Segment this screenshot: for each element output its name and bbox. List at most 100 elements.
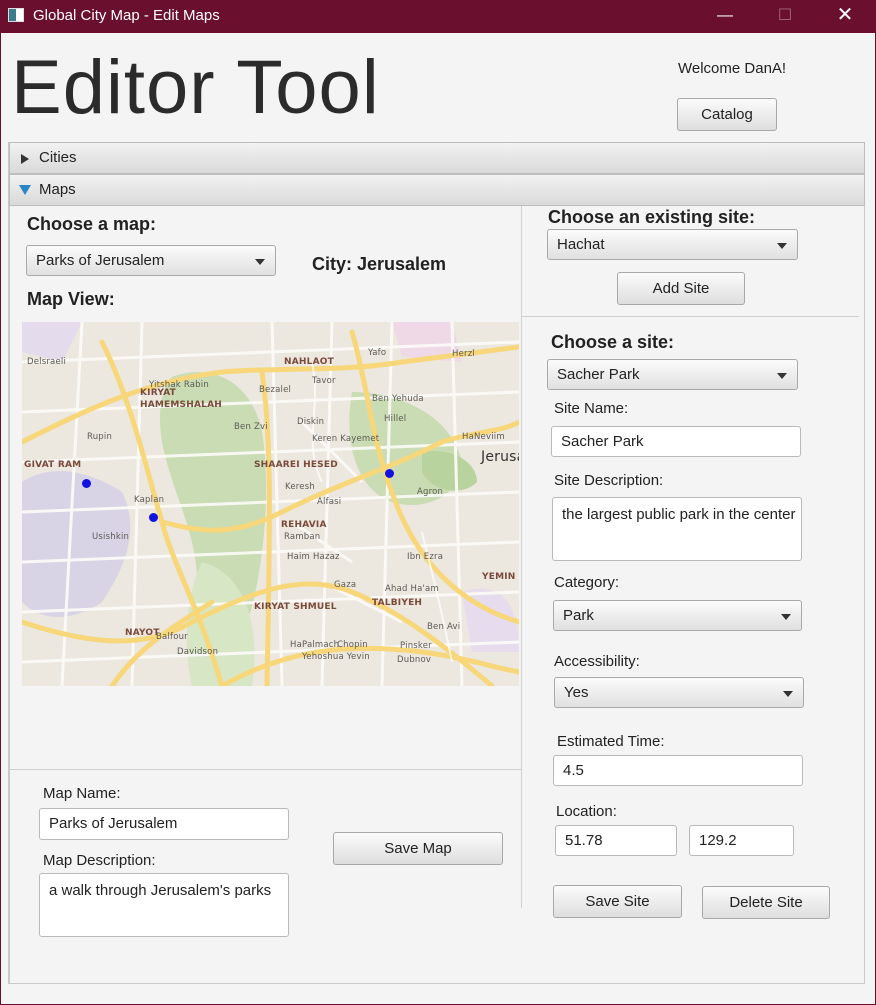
map-street-label: Ben Avi: [427, 622, 461, 632]
map-street-label: Davidson: [177, 647, 219, 657]
map-street-label: Yafo: [368, 348, 387, 358]
estimated-time-field[interactable]: 4.5: [553, 755, 803, 786]
map-street-label: SHAAREI HESED: [254, 460, 338, 470]
map-form-divider: [9, 769, 521, 770]
maximize-icon[interactable]: ☐: [762, 0, 808, 33]
chevron-down-icon: [781, 614, 791, 620]
map-street-label: Tavor: [312, 376, 336, 386]
map-street-label: Yitshak Rabin: [149, 380, 209, 390]
site-name-label: Site Name:: [554, 400, 629, 417]
choose-site-label: Choose a site:: [551, 332, 675, 352]
map-street-label: Bezalel: [259, 385, 292, 395]
chevron-down-icon: [255, 259, 265, 265]
map-street-label: Jerusa: [481, 449, 519, 465]
window-titlebar: Global City Map - Edit Maps — ☐ ✕: [0, 0, 876, 33]
map-street-label: REHAVIA: [281, 520, 327, 530]
map-name-label: Map Name:: [43, 785, 121, 802]
add-site-button[interactable]: Add Site: [617, 272, 745, 305]
city-label: City: Jerusalem: [312, 254, 447, 274]
site-name-field[interactable]: Sacher Park: [551, 426, 801, 457]
map-street-label: Hillel: [384, 414, 407, 424]
chevron-down-icon: [777, 243, 787, 249]
map-street-label: Agron: [417, 487, 444, 497]
app-icon: [8, 8, 24, 22]
location-y-field[interactable]: 129.2: [689, 825, 794, 856]
accessibility-select[interactable]: Yes: [554, 677, 804, 708]
category-select[interactable]: Park: [553, 600, 802, 631]
window-title: Global City Map - Edit Maps: [33, 7, 220, 24]
map-view-label: Map View:: [27, 289, 115, 309]
choose-map-label: Choose a map:: [27, 214, 157, 234]
minimize-icon[interactable]: —: [702, 0, 748, 33]
site-description-label: Site Description:: [554, 472, 664, 489]
map-description-field[interactable]: a walk through Jerusalem's parks: [39, 873, 289, 937]
choose-existing-site-label: Choose an existing site:: [548, 207, 756, 227]
map-street-label: NAYOT: [125, 628, 160, 638]
map-street-label: Gaza: [334, 580, 357, 590]
map-street-label: Keren Kayemet: [312, 434, 380, 444]
location-label: Location:: [556, 803, 617, 820]
accordion-cities[interactable]: Cities: [9, 142, 865, 174]
map-street-label: Ramban: [284, 532, 321, 542]
welcome-text: Welcome DanA!: [678, 60, 787, 77]
site-select[interactable]: Sacher Park: [547, 359, 798, 390]
save-map-button[interactable]: Save Map: [333, 832, 503, 865]
accessibility-label: Accessibility:: [554, 653, 640, 670]
map-street-label: Ibn Ezra: [407, 552, 444, 562]
map-street-label: YEMIN M: [482, 572, 519, 582]
location-x-field[interactable]: 51.78: [555, 825, 677, 856]
category-label: Category:: [554, 574, 620, 591]
category-select-value: Park: [563, 607, 594, 624]
map-street-label: Delsraeli: [27, 357, 67, 367]
map-street-label: NAHLAOT: [284, 357, 334, 367]
map-view[interactable]: NAHLAOT KIRYAT HAMEMSHALAH GIVAT RAM SHAAREI…: [22, 322, 519, 686]
site-divider: [521, 316, 859, 317]
map-street-label: HAMEMSHALAH: [140, 400, 222, 410]
accordion-cities-label: Cities: [39, 149, 77, 166]
delete-site-button[interactable]: Delete Site: [702, 886, 830, 919]
map-street-label: Ben Yehuda: [372, 394, 424, 404]
vertical-divider: [521, 206, 522, 908]
map-street-label: Chopin: [337, 640, 368, 650]
map-street-label: Balfour: [156, 632, 188, 642]
map-street-label: Herzl: [452, 349, 475, 359]
accessibility-select-value: Yes: [564, 684, 589, 701]
map-street-label: Diskin: [297, 417, 325, 427]
site-select-value: Sacher Park: [557, 366, 640, 383]
map-description-label: Map Description:: [43, 852, 156, 869]
estimated-time-label: Estimated Time:: [557, 733, 665, 750]
existing-site-select-value: Hachat: [557, 236, 605, 253]
catalog-button[interactable]: Catalog: [677, 98, 777, 131]
map-street-label: HaNeviim: [462, 432, 505, 442]
map-street-label: Pinsker: [400, 641, 432, 651]
map-street-label: Kaplan: [134, 495, 165, 505]
map-street-label: Rupin: [87, 432, 113, 442]
map-select-value: Parks of Jerusalem: [36, 252, 165, 269]
chevron-down-icon: [783, 691, 793, 697]
map-street-label: Ben Zvi: [234, 422, 268, 432]
map-street-label: Yehoshua Yevin: [302, 652, 370, 662]
page-title: Editor Tool: [11, 45, 380, 130]
close-icon[interactable]: ✕: [822, 0, 868, 33]
map-street-label: KIRYAT SHMUEL: [254, 602, 337, 612]
existing-site-select[interactable]: Hachat: [547, 229, 798, 260]
site-marker[interactable]: [385, 469, 394, 478]
map-street-label: GIVAT RAM: [24, 460, 82, 470]
map-street-label: Alfasi: [317, 497, 342, 507]
chevron-right-icon: [21, 154, 29, 164]
map-select[interactable]: Parks of Jerusalem: [26, 245, 276, 276]
accordion-maps[interactable]: Maps: [9, 174, 865, 206]
site-marker[interactable]: [82, 479, 91, 488]
map-street-label: Dubnov: [397, 655, 432, 665]
map-street-label: Haim Hazaz: [287, 552, 340, 562]
site-description-field[interactable]: the largest public park in the center: [552, 497, 802, 561]
map-street-label: TALBIYEH: [372, 598, 423, 608]
accordion-maps-label: Maps: [39, 181, 76, 198]
map-name-field[interactable]: Parks of Jerusalem: [39, 808, 289, 840]
map-street-label: HaPalmach: [290, 640, 340, 650]
map-street-label: Keresh: [285, 482, 315, 492]
site-marker[interactable]: [149, 513, 158, 522]
chevron-down-icon: [777, 373, 787, 379]
save-site-button[interactable]: Save Site: [553, 885, 682, 918]
map-street-label: Usishkin: [92, 532, 130, 542]
